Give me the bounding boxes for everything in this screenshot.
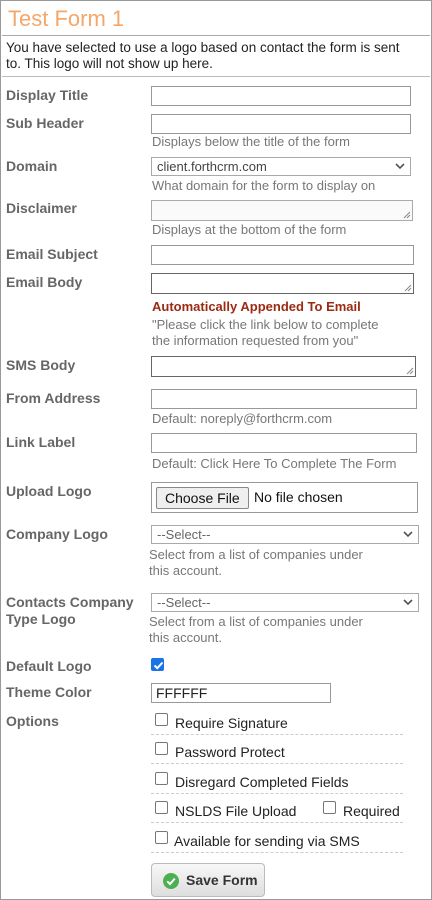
default-logo-checkbox[interactable]: [151, 658, 164, 671]
nslds-required-label: Required: [343, 803, 400, 819]
option-divider: [151, 734, 403, 735]
options-label: Options: [6, 713, 59, 729]
form-editor-panel: Test Form 1 You have selected to use a l…: [0, 0, 432, 900]
email-subject-label: Email Subject: [6, 246, 98, 262]
disregard-completed-label: Disregard Completed Fields: [175, 774, 349, 790]
sub-header-input[interactable]: [151, 114, 411, 134]
resize-grip-icon[interactable]: [405, 366, 414, 375]
link-label-input[interactable]: [151, 433, 417, 453]
contacts-company-type-logo-label-line1: Contacts Company: [6, 594, 134, 610]
logo-notice: You have selected to use a logo based on…: [6, 40, 400, 71]
option-divider: [151, 822, 403, 823]
save-form-button[interactable]: Save Form: [151, 863, 265, 897]
default-logo-label: Default Logo: [6, 658, 92, 674]
sms-available-checkbox[interactable]: [155, 831, 168, 844]
company-logo-hint-line1: Select from a list of companies under: [149, 547, 363, 562]
domain-hint: What domain for the form to display on: [152, 178, 376, 193]
nslds-upload-label: NSLDS File Upload: [175, 803, 297, 819]
chevron-down-icon: [403, 531, 413, 538]
contacts-company-type-logo-selected-value: --Select--: [157, 595, 211, 610]
resize-grip-icon[interactable]: [402, 210, 411, 219]
email-append-warning: Automatically Appended To Email: [152, 299, 361, 314]
disclaimer-label: Disclaimer: [6, 200, 77, 216]
option-divider: [151, 793, 403, 794]
link-label-hint: Default: Click Here To Complete The Form: [152, 456, 397, 471]
disclaimer-hint: Displays at the bottom of the form: [152, 222, 347, 237]
chevron-down-icon: [395, 163, 405, 170]
password-protect-label: Password Protect: [175, 744, 285, 760]
theme-color-input[interactable]: [151, 683, 331, 703]
file-status: No file chosen: [254, 489, 343, 505]
sms-available-label: Available for sending via SMS: [174, 833, 360, 849]
from-address-label: From Address: [6, 390, 101, 406]
resize-grip-icon[interactable]: [403, 283, 412, 292]
option-divider: [151, 763, 403, 764]
disclaimer-textarea[interactable]: [151, 200, 413, 221]
company-logo-select[interactable]: --Select--: [151, 525, 419, 544]
from-address-hint: Default: noreply@forthcrm.com: [152, 411, 333, 426]
checkmark-icon: [153, 661, 164, 670]
choose-file-button[interactable]: Choose File: [156, 487, 249, 509]
link-label-label: Link Label: [6, 434, 76, 450]
sub-header-hint: Displays below the title of the form: [152, 134, 350, 149]
nslds-upload-checkbox[interactable]: [155, 801, 168, 814]
company-logo-hint-line2: this account.: [149, 563, 222, 578]
nslds-required-checkbox[interactable]: [323, 801, 336, 814]
contacts-company-type-logo-select[interactable]: --Select--: [151, 593, 419, 612]
email-body-textarea[interactable]: [151, 273, 414, 294]
option-divider: [151, 852, 403, 853]
email-body-label: Email Body: [6, 274, 83, 290]
notice-divider: [2, 76, 430, 77]
email-subject-input[interactable]: [151, 245, 414, 265]
domain-select[interactable]: client.forthcrm.com: [151, 157, 411, 176]
save-form-label: Save Form: [186, 872, 258, 888]
email-body-hint-line2: the information requested from you": [152, 333, 359, 348]
domain-selected-value: client.forthcrm.com: [157, 159, 267, 174]
title-divider: [2, 35, 430, 36]
contacts-company-type-logo-label-line2: Type Logo: [6, 611, 76, 627]
upload-logo-label: Upload Logo: [6, 483, 92, 499]
sms-body-textarea[interactable]: [151, 356, 416, 377]
chevron-down-icon: [403, 599, 413, 606]
display-title-input[interactable]: [151, 86, 411, 106]
contacts-company-type-logo-hint-line2: this account.: [149, 630, 222, 645]
form-title: Test Form 1: [8, 6, 125, 31]
check-circle-icon: [163, 873, 179, 889]
require-signature-label: Require Signature: [175, 715, 288, 731]
sms-body-label: SMS Body: [6, 357, 76, 373]
disregard-completed-checkbox[interactable]: [155, 772, 168, 785]
from-address-input[interactable]: [151, 389, 417, 409]
logo-file-input[interactable]: Choose File No file chosen: [151, 482, 418, 513]
display-title-label: Display Title: [6, 87, 89, 103]
require-signature-checkbox[interactable]: [155, 713, 168, 726]
password-protect-checkbox[interactable]: [155, 742, 168, 755]
sub-header-label: Sub Header: [6, 115, 84, 131]
company-logo-label: Company Logo: [6, 526, 108, 542]
theme-color-label: Theme Color: [6, 684, 92, 700]
email-body-hint-line1: "Please click the link below to complete: [152, 317, 379, 332]
company-logo-selected-value: --Select--: [157, 527, 211, 542]
domain-label: Domain: [6, 158, 58, 174]
contacts-company-type-logo-hint-line1: Select from a list of companies under: [149, 614, 363, 629]
